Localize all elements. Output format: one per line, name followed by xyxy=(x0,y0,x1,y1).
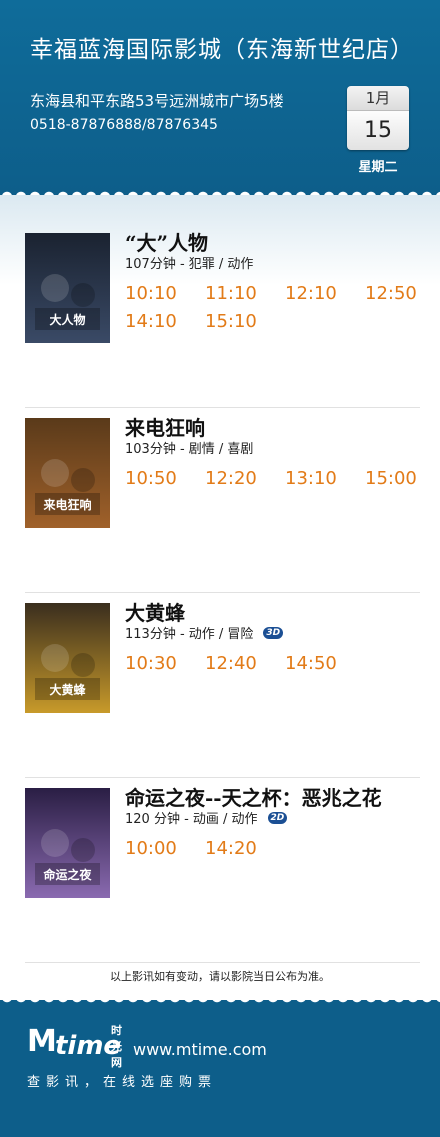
poster-title-text: 命运之夜 xyxy=(43,868,92,882)
divider xyxy=(25,592,420,593)
showtime[interactable]: 15:10 xyxy=(205,311,257,332)
showtime[interactable]: 10:00 xyxy=(125,838,177,859)
footer-slogan: 查影讯，在线选座购票 xyxy=(27,1075,218,1090)
movie-meta-row: 120 分钟 - 动画 / 动作 2D xyxy=(125,808,288,827)
showtime[interactable]: 10:30 xyxy=(125,653,177,674)
poster-title-text: 来电狂响 xyxy=(43,498,92,512)
poster-da-renwu[interactable]: 大人物 xyxy=(25,233,110,343)
showtime[interactable]: 10:10 xyxy=(125,283,177,304)
movie-meta-row: 103分钟 - 剧情 / 喜剧 xyxy=(125,438,253,457)
calendar-month: 1月 xyxy=(347,86,409,111)
showtime[interactable]: 14:10 xyxy=(125,311,177,332)
movie-meta: 120 分钟 - 动画 / 动作 xyxy=(125,812,258,827)
showtime[interactable]: 10:50 xyxy=(125,468,177,489)
movie-meta-row: 107分钟 - 犯罪 / 动作 xyxy=(125,253,253,272)
movie-meta: 107分钟 - 犯罪 / 动作 xyxy=(125,257,254,272)
showtime[interactable]: 13:10 xyxy=(285,468,337,489)
divider xyxy=(25,407,420,408)
cinema-name: 幸福蓝海国际影城（东海新世纪店） xyxy=(30,37,414,63)
movie-meta: 113分钟 - 动作 / 冒险 xyxy=(125,627,254,642)
format-badge: 3D xyxy=(263,626,284,639)
poster-fate-heavens-feel[interactable]: 命运之夜 xyxy=(25,788,110,898)
showtime[interactable]: 15:00 xyxy=(365,468,417,489)
mtime-footer: M time 时光网 www.mtime.com 查影讯，在线选座购票 xyxy=(0,1000,440,1137)
cinema-header: 幸福蓝海国际影城（东海新世纪店） 东海县和平东路53号远洲城市广场5楼 0518… xyxy=(0,0,440,195)
poster-title-text: 大人物 xyxy=(49,313,86,327)
cinema-phone: 0518-87876888/87876345 xyxy=(30,117,218,133)
movie-card[interactable]: 来电狂响 来电狂响 103分钟 - 剧情 / 喜剧 10:50 12:20 13:10 15… xyxy=(25,416,420,603)
weekday-label: 星期二 xyxy=(358,160,398,175)
poster-bumblebee[interactable]: 大黄蜂 xyxy=(25,603,110,713)
schedule-notice: 以上影讯如有变动，请以影院当日公布为准。 xyxy=(110,970,330,983)
poster-title-text: 大黄蜂 xyxy=(49,683,86,697)
poster-laidian-kuangxiang[interactable]: 来电狂响 xyxy=(25,418,110,528)
format-badge: 2D xyxy=(267,811,288,824)
movie-title[interactable]: 来电狂响 xyxy=(125,412,205,441)
divider xyxy=(25,777,420,778)
mtime-logo[interactable]: M time 时光网 xyxy=(27,1024,127,1069)
movie-title[interactable]: 命运之夜--天之杯：恶兆之花 xyxy=(125,782,382,811)
divider xyxy=(25,962,420,963)
showtime[interactable]: 12:10 xyxy=(285,283,337,304)
movie-title[interactable]: 大黄蜂 xyxy=(125,597,185,626)
movie-card[interactable]: 大黄蜂 大黄蜂 113分钟 - 动作 / 冒险 3D 10:30 12:40 14:50 xyxy=(25,601,420,788)
movie-title[interactable]: “大”人物 xyxy=(125,227,208,256)
showtime[interactable]: 12:40 xyxy=(205,653,257,674)
showtime[interactable]: 12:20 xyxy=(205,468,257,489)
showtime[interactable]: 14:50 xyxy=(285,653,337,674)
logo-m: M xyxy=(27,1024,57,1059)
footer-scallop-edge xyxy=(0,997,440,1009)
cinema-address: 东海县和平东路53号远洲城市广场5楼 xyxy=(30,92,284,110)
calendar-icon: 1月 15 xyxy=(347,86,409,150)
movie-meta: 103分钟 - 剧情 / 喜剧 xyxy=(125,442,254,457)
calendar-day: 15 xyxy=(347,111,409,150)
mtime-site-link[interactable]: www.mtime.com xyxy=(133,1040,267,1059)
showtime[interactable]: 11:10 xyxy=(205,283,257,304)
movie-card[interactable]: 大人物 “大”人物 107分钟 - 犯罪 / 动作 10:10 11:10 12:10 12… xyxy=(25,231,420,418)
showtime[interactable]: 14:20 xyxy=(205,838,257,859)
showtime[interactable]: 12:50 xyxy=(365,283,417,304)
movie-meta-row: 113分钟 - 动作 / 冒险 3D xyxy=(125,623,284,642)
logo-cn: 时光网 xyxy=(111,1024,122,1069)
movie-card[interactable]: 命运之夜 命运之夜--天之杯：恶兆之花 120 分钟 - 动画 / 动作 2D 10:0… xyxy=(25,786,420,973)
